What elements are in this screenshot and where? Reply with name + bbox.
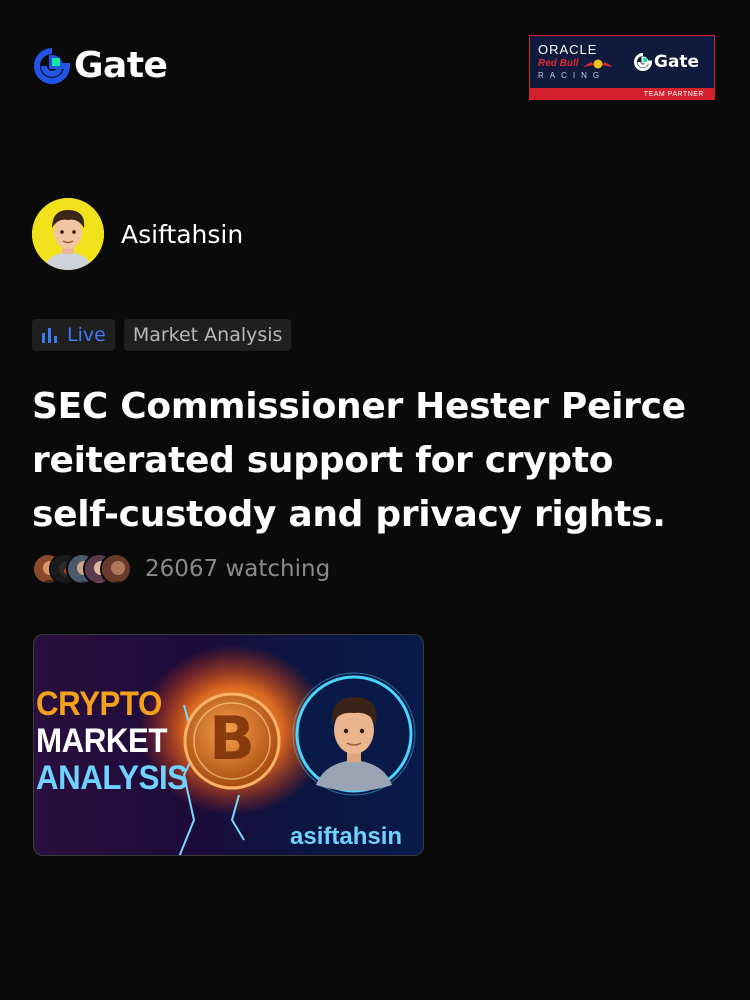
redbull-bulls-icon (582, 59, 613, 68)
live-bars-icon (42, 328, 57, 343)
partner-oracle-text: ORACLE (538, 42, 598, 57)
partner-role-bar: TEAM PARTNER (530, 88, 714, 99)
thumbnail-line-market: MARKET (36, 722, 168, 760)
live-thumbnail[interactable]: CRYPTO MARKET ANALYSIS B asiftahsin (33, 634, 424, 856)
thumbnail-line-crypto: CRYPTO (36, 685, 162, 723)
tag-market-label: Market Analysis (132, 324, 283, 346)
partner-gate-text: Gate (654, 52, 700, 72)
tag-list: Live Market Analysis (32, 319, 292, 351)
post-title[interactable]: SEC Commissioner Hester Peirce reiterate… (32, 380, 712, 542)
partner-redbull-text: Red Bull (538, 58, 579, 69)
watcher-count: 26067 watching (145, 556, 331, 582)
tag-live-label: Live (67, 324, 106, 346)
author-row[interactable]: Asiftahsin (32, 198, 243, 270)
watcher-avatar-stack (32, 553, 132, 585)
partner-banner[interactable]: ORACLE Red Bull RACING Gate TEAM PARTNER (529, 35, 715, 100)
user-avatar[interactable] (32, 198, 104, 270)
tag-market-analysis[interactable]: Market Analysis (123, 319, 292, 351)
gate-logo[interactable]: Gate (34, 45, 168, 86)
thumbnail-handle: asiftahsin (290, 823, 403, 850)
partner-role-label: TEAM PARTNER (643, 91, 704, 98)
bitcoin-icon: B (209, 704, 255, 774)
watchers-row: 26067 watching (32, 553, 330, 585)
tag-live[interactable]: Live (32, 319, 115, 351)
author-name[interactable]: Asiftahsin (121, 220, 243, 249)
thumbnail-line-analysis: ANALYSIS (36, 759, 188, 797)
partner-racing-text: RACING (538, 71, 606, 80)
watcher-avatar (100, 553, 132, 585)
gate-logo-icon (34, 48, 70, 84)
gate-logo-small-icon (634, 53, 652, 71)
brand-name: Gate (74, 45, 168, 86)
avatar-illustration (32, 198, 104, 270)
